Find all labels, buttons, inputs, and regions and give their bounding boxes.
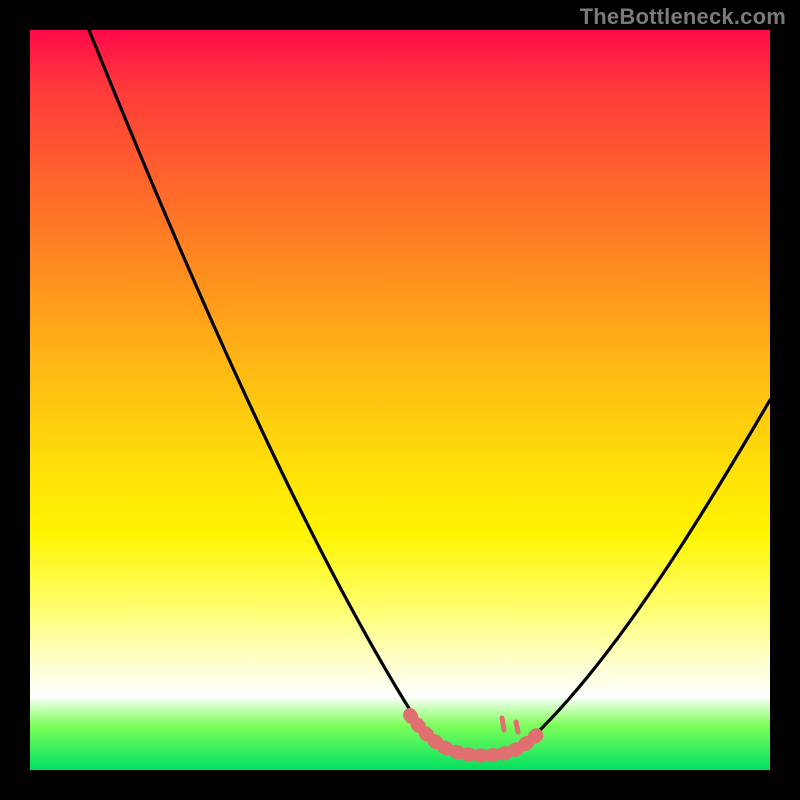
watermark-text: TheBottleneck.com xyxy=(580,4,786,30)
trough-tick-1 xyxy=(502,718,504,730)
plot-area xyxy=(30,30,770,770)
trough-highlight-path xyxy=(410,715,543,756)
main-curve-path xyxy=(89,30,770,756)
curve-svg xyxy=(30,30,770,770)
chart-frame: TheBottleneck.com xyxy=(0,0,800,800)
trough-tick-2 xyxy=(516,722,518,732)
